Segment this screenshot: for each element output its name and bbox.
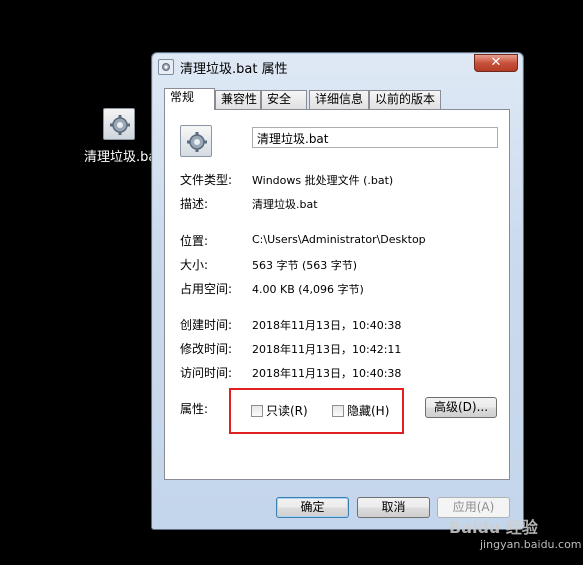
tab-security[interactable]: 安全 [261,90,307,109]
created-value: 2018年11月13日，10:40:38 [252,319,402,332]
tab-compatibility[interactable]: 兼容性 [215,90,261,109]
ok-button[interactable]: 确定 [276,497,349,518]
size-on-disk-label: 占用空间: [180,282,233,296]
tab-details[interactable]: 详细信息 [309,90,369,109]
description-value: 清理垃圾.bat [252,198,318,211]
window-title: 清理垃圾.bat 属性 [180,62,288,77]
batch-file-gear-icon [103,108,135,140]
batch-file-large-icon [180,125,212,157]
file-type-value: Windows 批处理文件 (.bat) [252,174,394,187]
size-on-disk-value: 4.00 KB (4,096 字节) [252,283,364,296]
file-type-label: 文件类型: [180,173,233,187]
location-label: 位置: [180,234,209,248]
baidu-watermark: Baidu 经验 [449,518,538,537]
advanced-button[interactable]: 高级(D)... [425,397,497,418]
cancel-button[interactable]: 取消 [357,497,430,518]
close-button[interactable]: ✕ [474,54,518,72]
divider [179,220,497,221]
watermark-url: jingyan.baidu.com [480,538,582,551]
tab-general[interactable]: 常规 [164,88,215,110]
properties-dialog: 清理垃圾.bat 属性 ✕ 常规 兼容性 安全 详细信息 以前的版本 清理垃圾.… [151,52,524,530]
tab-previous-versions[interactable]: 以前的版本 [369,90,441,109]
location-value: C:\Users\Administrator\Desktop [252,233,426,246]
description-label: 描述: [180,197,209,211]
size-value: 563 字节 (563 字节) [252,259,358,272]
attributes-label: 属性: [180,402,209,416]
title-bar[interactable]: 清理垃圾.bat 属性 ✕ [152,53,523,79]
divider [179,159,497,160]
highlight-box [229,388,404,434]
filename-input[interactable]: 清理垃圾.bat [252,127,498,148]
modified-value: 2018年11月13日，10:42:11 [252,343,402,356]
batch-file-title-icon [158,59,174,75]
divider [179,304,497,305]
accessed-value: 2018年11月13日，10:40:38 [252,367,402,380]
created-label: 创建时间: [180,318,233,332]
accessed-label: 访问时间: [180,366,233,380]
modified-label: 修改时间: [180,342,233,356]
size-label: 大小: [180,258,209,272]
